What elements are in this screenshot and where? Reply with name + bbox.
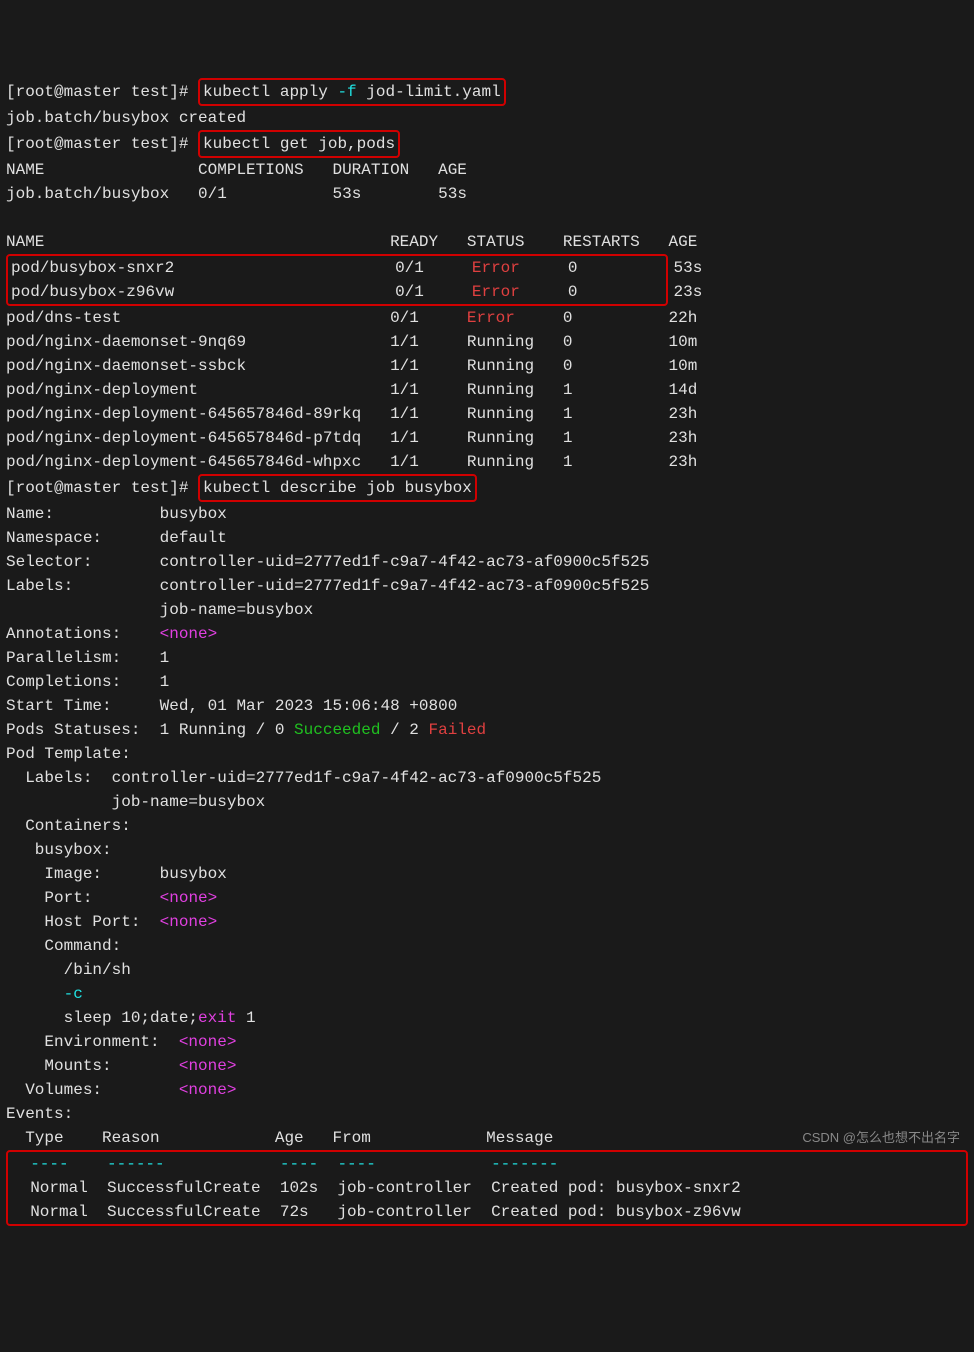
events-header: Type Reason Age From Message [25, 1129, 553, 1147]
describe-parallelism: Parallelism: 1 [6, 649, 169, 667]
pod-row: pod/nginx-daemonset-9nq69 1/1 Running 0 … [6, 333, 697, 351]
container-image: Image: busybox [6, 865, 227, 883]
command-describe: kubectl describe job busybox [198, 474, 477, 502]
container-port: Port: <none> [6, 889, 217, 907]
describe-completions: Completions: 1 [6, 673, 169, 691]
describe-annotations: Annotations: <none> [6, 625, 217, 643]
pod-row: pod/nginx-deployment 1/1 Running 1 14d [6, 381, 697, 399]
jobs-header: NAME COMPLETIONS DURATION AGE [6, 161, 467, 179]
jobs-row: job.batch/busybox 0/1 53s 53s [6, 185, 467, 203]
container-mounts: Mounts: <none> [6, 1057, 236, 1075]
describe-ns: Namespace: default [6, 529, 227, 547]
command-get: kubectl get job,pods [198, 130, 400, 158]
describe-podstatuses: Pods Statuses: 1 Running / 0 Succeeded /… [6, 721, 486, 739]
prompt: [root@master test]# [6, 83, 198, 101]
describe-podtemplate: Pod Template: [6, 745, 131, 763]
pod-row: pod/nginx-daemonset-ssbck 1/1 Running 0 … [6, 357, 697, 375]
command-apply: kubectl apply -f jod-limit.yaml [198, 78, 506, 106]
event-row: Normal SuccessfulCreate 72s job-controll… [30, 1203, 741, 1221]
container-env: Environment: <none> [6, 1033, 236, 1051]
pod-row: pod/nginx-deployment-645657846d-89rkq 1/… [6, 405, 697, 423]
events-box: ---- ------ ---- ---- ------- Normal Suc… [6, 1150, 968, 1226]
describe-name: Name: busybox [6, 505, 227, 523]
container-command: sleep 10;date;exit 1 [6, 1009, 256, 1027]
pod-row: pod/nginx-deployment-645657846d-p7tdq 1/… [6, 429, 697, 447]
pod-row: pod/dns-test 0/1 Error 0 22h [6, 309, 697, 327]
pods-error-box: pod/busybox-snxr2 0/1 Error 0 53s pod/bu… [6, 254, 668, 306]
pod-row: pod/busybox-snxr2 0/1 Error 0 53s [11, 259, 702, 277]
apply-output: job.batch/busybox created [6, 109, 246, 127]
describe-volumes: Volumes: <none> [6, 1081, 236, 1099]
container-hostport: Host Port: <none> [6, 913, 217, 931]
pod-row: pod/busybox-z96vw 0/1 Error 0 23s [11, 283, 702, 301]
pods-header: NAME READY STATUS RESTARTS AGE [6, 233, 697, 251]
describe-events: Events: [6, 1105, 73, 1123]
prompt: [root@master test]# [6, 135, 198, 153]
describe-selector: Selector: controller-uid=2777ed1f-c9a7-4… [6, 553, 649, 571]
terminal-output: [root@master test]# kubectl apply -f jod… [6, 78, 968, 1226]
describe-starttime: Start Time: Wed, 01 Mar 2023 15:06:48 +0… [6, 697, 457, 715]
prompt: [root@master test]# [6, 479, 198, 497]
event-row: Normal SuccessfulCreate 102s job-control… [30, 1179, 741, 1197]
pod-row: pod/nginx-deployment-645657846d-whpxc 1/… [6, 453, 697, 471]
describe-labels: Labels: controller-uid=2777ed1f-c9a7-4f4… [6, 577, 649, 595]
watermark: CSDN @怎么也想不出名字 [802, 1128, 960, 1148]
